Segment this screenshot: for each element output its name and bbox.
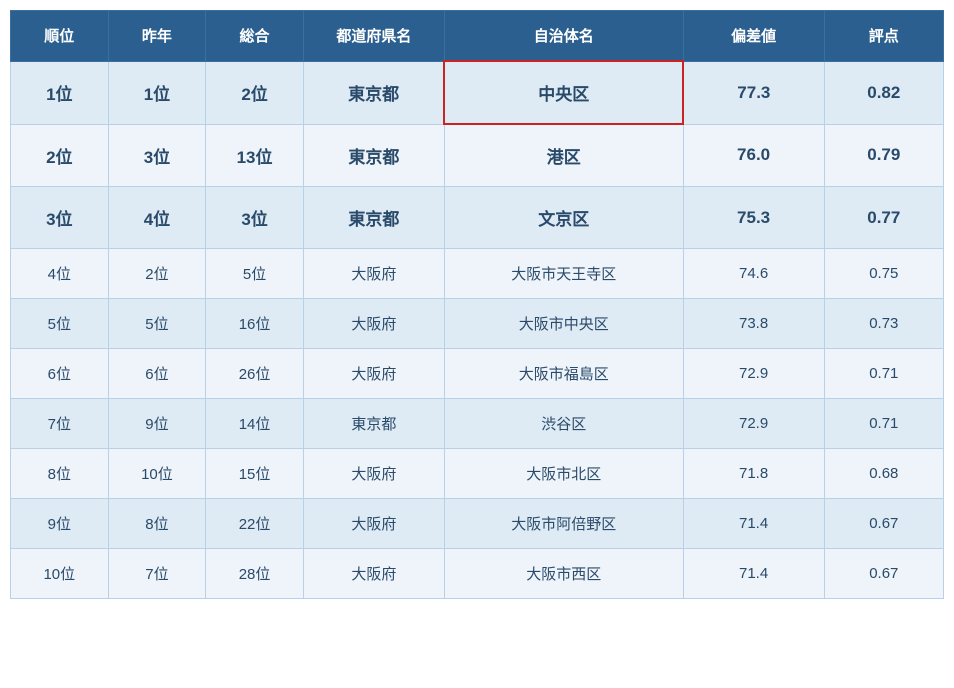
cell-last-year: 2位 <box>108 249 206 299</box>
cell-deviation: 76.0 <box>683 124 824 187</box>
cell-deviation: 71.4 <box>683 499 824 549</box>
cell-rank: 1位 <box>11 61 109 124</box>
ranking-table: 順位 昨年 総合 都道府県名 自治体名 偏差値 評点 1位1位2位東京都中央区7… <box>10 10 944 599</box>
header-last-year: 昨年 <box>108 11 206 62</box>
cell-last-year: 8位 <box>108 499 206 549</box>
cell-city: 大阪市北区 <box>444 449 683 499</box>
cell-rank: 3位 <box>11 187 109 249</box>
cell-prefecture: 大阪府 <box>303 299 444 349</box>
cell-rank: 8位 <box>11 449 109 499</box>
cell-rank: 9位 <box>11 499 109 549</box>
cell-prefecture: 東京都 <box>303 399 444 449</box>
cell-city: 大阪市中央区 <box>444 299 683 349</box>
table-row: 10位7位28位大阪府大阪市西区71.40.67 <box>11 549 944 599</box>
cell-city: 渋谷区 <box>444 399 683 449</box>
cell-deviation: 73.8 <box>683 299 824 349</box>
table-row: 9位8位22位大阪府大阪市阿倍野区71.40.67 <box>11 499 944 549</box>
header-score: 評点 <box>824 11 943 62</box>
table-row: 8位10位15位大阪府大阪市北区71.80.68 <box>11 449 944 499</box>
table-row: 3位4位3位東京都文京区75.30.77 <box>11 187 944 249</box>
cell-prefecture: 大阪府 <box>303 549 444 599</box>
header-prefecture: 都道府県名 <box>303 11 444 62</box>
cell-deviation: 77.3 <box>683 61 824 124</box>
cell-prefecture: 東京都 <box>303 124 444 187</box>
cell-rank: 6位 <box>11 349 109 399</box>
cell-total: 26位 <box>206 349 304 399</box>
cell-total: 15位 <box>206 449 304 499</box>
cell-deviation: 71.8 <box>683 449 824 499</box>
cell-prefecture: 東京都 <box>303 187 444 249</box>
cell-last-year: 3位 <box>108 124 206 187</box>
cell-city: 大阪市天王寺区 <box>444 249 683 299</box>
cell-rank: 2位 <box>11 124 109 187</box>
cell-deviation: 75.3 <box>683 187 824 249</box>
cell-total: 28位 <box>206 549 304 599</box>
cell-prefecture: 大阪府 <box>303 499 444 549</box>
cell-score: 0.71 <box>824 399 943 449</box>
cell-score: 0.77 <box>824 187 943 249</box>
cell-city: 大阪市阿倍野区 <box>444 499 683 549</box>
cell-last-year: 7位 <box>108 549 206 599</box>
cell-city: 大阪市西区 <box>444 549 683 599</box>
table-row: 4位2位5位大阪府大阪市天王寺区74.60.75 <box>11 249 944 299</box>
cell-score: 0.75 <box>824 249 943 299</box>
cell-rank: 4位 <box>11 249 109 299</box>
cell-prefecture: 大阪府 <box>303 449 444 499</box>
cell-rank: 7位 <box>11 399 109 449</box>
cell-city: 文京区 <box>444 187 683 249</box>
cell-last-year: 6位 <box>108 349 206 399</box>
header-deviation: 偏差値 <box>683 11 824 62</box>
table-row: 6位6位26位大阪府大阪市福島区72.90.71 <box>11 349 944 399</box>
cell-city: 港区 <box>444 124 683 187</box>
cell-total: 14位 <box>206 399 304 449</box>
cell-deviation: 71.4 <box>683 549 824 599</box>
cell-last-year: 5位 <box>108 299 206 349</box>
cell-deviation: 72.9 <box>683 349 824 399</box>
ranking-table-container: 順位 昨年 総合 都道府県名 自治体名 偏差値 評点 1位1位2位東京都中央区7… <box>10 10 944 599</box>
cell-total: 22位 <box>206 499 304 549</box>
cell-prefecture: 東京都 <box>303 61 444 124</box>
cell-score: 0.73 <box>824 299 943 349</box>
cell-city: 中央区 <box>444 61 683 124</box>
cell-city: 大阪市福島区 <box>444 349 683 399</box>
header-total: 総合 <box>206 11 304 62</box>
table-row: 1位1位2位東京都中央区77.30.82 <box>11 61 944 124</box>
cell-deviation: 74.6 <box>683 249 824 299</box>
cell-last-year: 4位 <box>108 187 206 249</box>
cell-total: 16位 <box>206 299 304 349</box>
cell-rank: 5位 <box>11 299 109 349</box>
header-city: 自治体名 <box>444 11 683 62</box>
table-row: 7位9位14位東京都渋谷区72.90.71 <box>11 399 944 449</box>
cell-last-year: 10位 <box>108 449 206 499</box>
cell-total: 5位 <box>206 249 304 299</box>
cell-score: 0.82 <box>824 61 943 124</box>
cell-last-year: 9位 <box>108 399 206 449</box>
cell-deviation: 72.9 <box>683 399 824 449</box>
cell-last-year: 1位 <box>108 61 206 124</box>
table-header-row: 順位 昨年 総合 都道府県名 自治体名 偏差値 評点 <box>11 11 944 62</box>
cell-score: 0.67 <box>824 549 943 599</box>
header-rank: 順位 <box>11 11 109 62</box>
cell-total: 13位 <box>206 124 304 187</box>
cell-prefecture: 大阪府 <box>303 349 444 399</box>
cell-prefecture: 大阪府 <box>303 249 444 299</box>
table-row: 2位3位13位東京都港区76.00.79 <box>11 124 944 187</box>
table-row: 5位5位16位大阪府大阪市中央区73.80.73 <box>11 299 944 349</box>
cell-score: 0.68 <box>824 449 943 499</box>
cell-total: 2位 <box>206 61 304 124</box>
cell-score: 0.71 <box>824 349 943 399</box>
cell-score: 0.67 <box>824 499 943 549</box>
cell-rank: 10位 <box>11 549 109 599</box>
cell-score: 0.79 <box>824 124 943 187</box>
cell-total: 3位 <box>206 187 304 249</box>
